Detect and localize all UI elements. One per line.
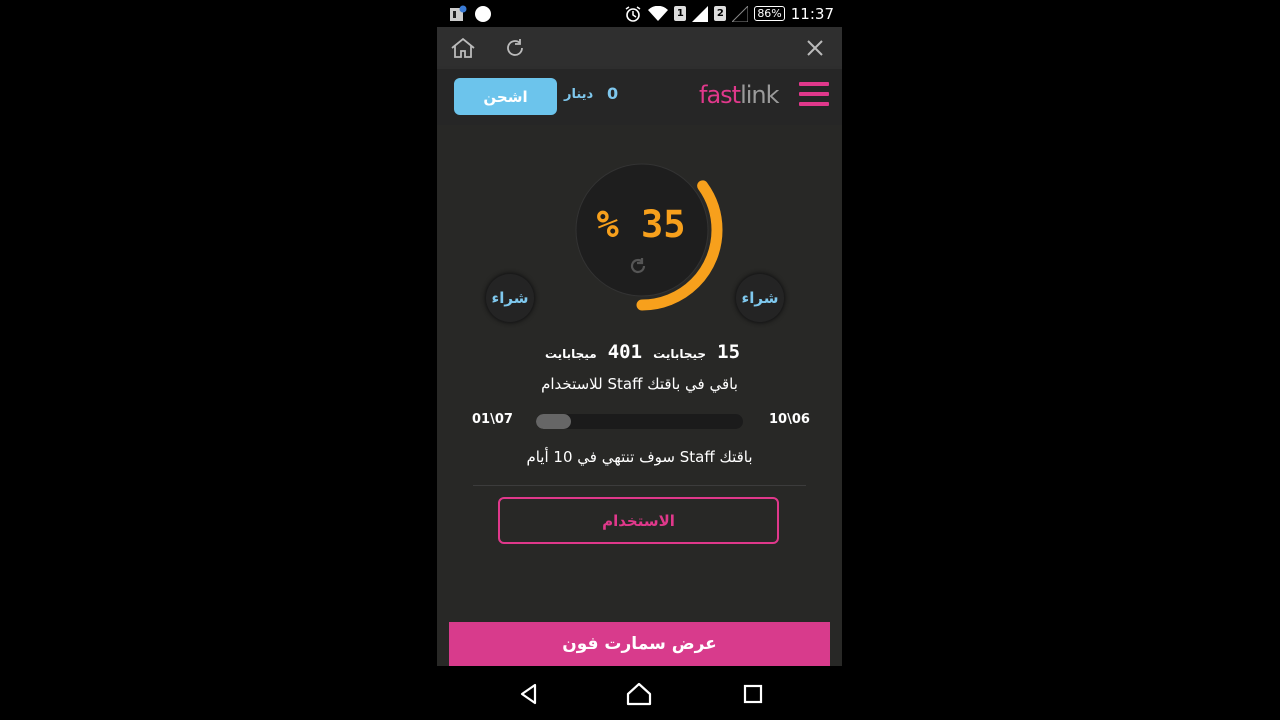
battery-indicator: 86%	[754, 6, 785, 21]
home-nav-icon[interactable]	[625, 680, 653, 708]
browser-toolbar	[437, 27, 842, 70]
close-button[interactable]	[799, 33, 831, 63]
android-nav-bar	[437, 666, 842, 720]
clock: 11:37	[790, 4, 834, 23]
back-icon[interactable]	[515, 680, 543, 708]
remaining-amount: 15 جيجابايت 401 ميجابايت	[437, 341, 842, 363]
sim2-indicator: 2	[714, 6, 727, 21]
reload-icon	[507, 39, 523, 56]
start-date: 10\06	[769, 412, 810, 427]
usage-panel: % 35 شراء شراء 15 جيجابايت 401 ميجابايت …	[437, 125, 842, 666]
signal-icon	[692, 5, 709, 22]
buy-button-right[interactable]: شراء	[735, 273, 785, 323]
balance-value: 0	[607, 84, 619, 103]
sim1-indicator: 1	[674, 6, 687, 21]
circle-notification-icon	[475, 5, 491, 22]
home-button[interactable]	[447, 33, 479, 63]
fastlink-logo: fastlink	[699, 81, 780, 109]
expiry-text: باقتك Staff سوف تنتهي في 10 أيام	[526, 448, 753, 466]
close-icon	[807, 40, 823, 56]
home-icon	[451, 37, 475, 58]
promo-banner[interactable]: عرض سمارت فون	[449, 622, 830, 666]
remaining-text: باقي في باقتك Staff للاستخدام	[541, 375, 738, 393]
recents-icon[interactable]	[739, 680, 767, 708]
signal-empty-icon	[732, 5, 749, 22]
alarm-icon	[625, 5, 641, 22]
period-progress-fill	[536, 414, 572, 429]
mb-value: 401	[607, 341, 643, 363]
period-progress-bar	[536, 414, 743, 429]
gb-value: 15	[717, 341, 741, 363]
hamburger-menu-icon[interactable]	[799, 82, 829, 110]
buy-button-left[interactable]: شراء	[485, 273, 535, 323]
reload-button[interactable]	[499, 33, 531, 63]
balance-currency: دينار	[564, 87, 594, 102]
charge-button[interactable]: اشحن	[454, 78, 557, 115]
end-date: 01\07	[472, 412, 513, 427]
gb-unit: جيجابايت	[653, 347, 707, 361]
status-bar: 1 2 86% 11:37	[437, 0, 842, 27]
usage-percent: % 35	[596, 203, 686, 246]
app-header: اشحن دينار 0 fastlink	[437, 69, 842, 125]
app-notification-icon	[450, 5, 467, 21]
refresh-icon[interactable]	[627, 255, 649, 277]
wifi-icon	[648, 5, 669, 21]
mb-unit: ميجابايت	[544, 347, 597, 361]
divider	[473, 485, 806, 486]
usage-button[interactable]: الاستخدام	[498, 497, 779, 544]
phone-screen: 1 2 86% 11:37 اشحن دينار 0 fastlink % 35…	[437, 0, 842, 720]
